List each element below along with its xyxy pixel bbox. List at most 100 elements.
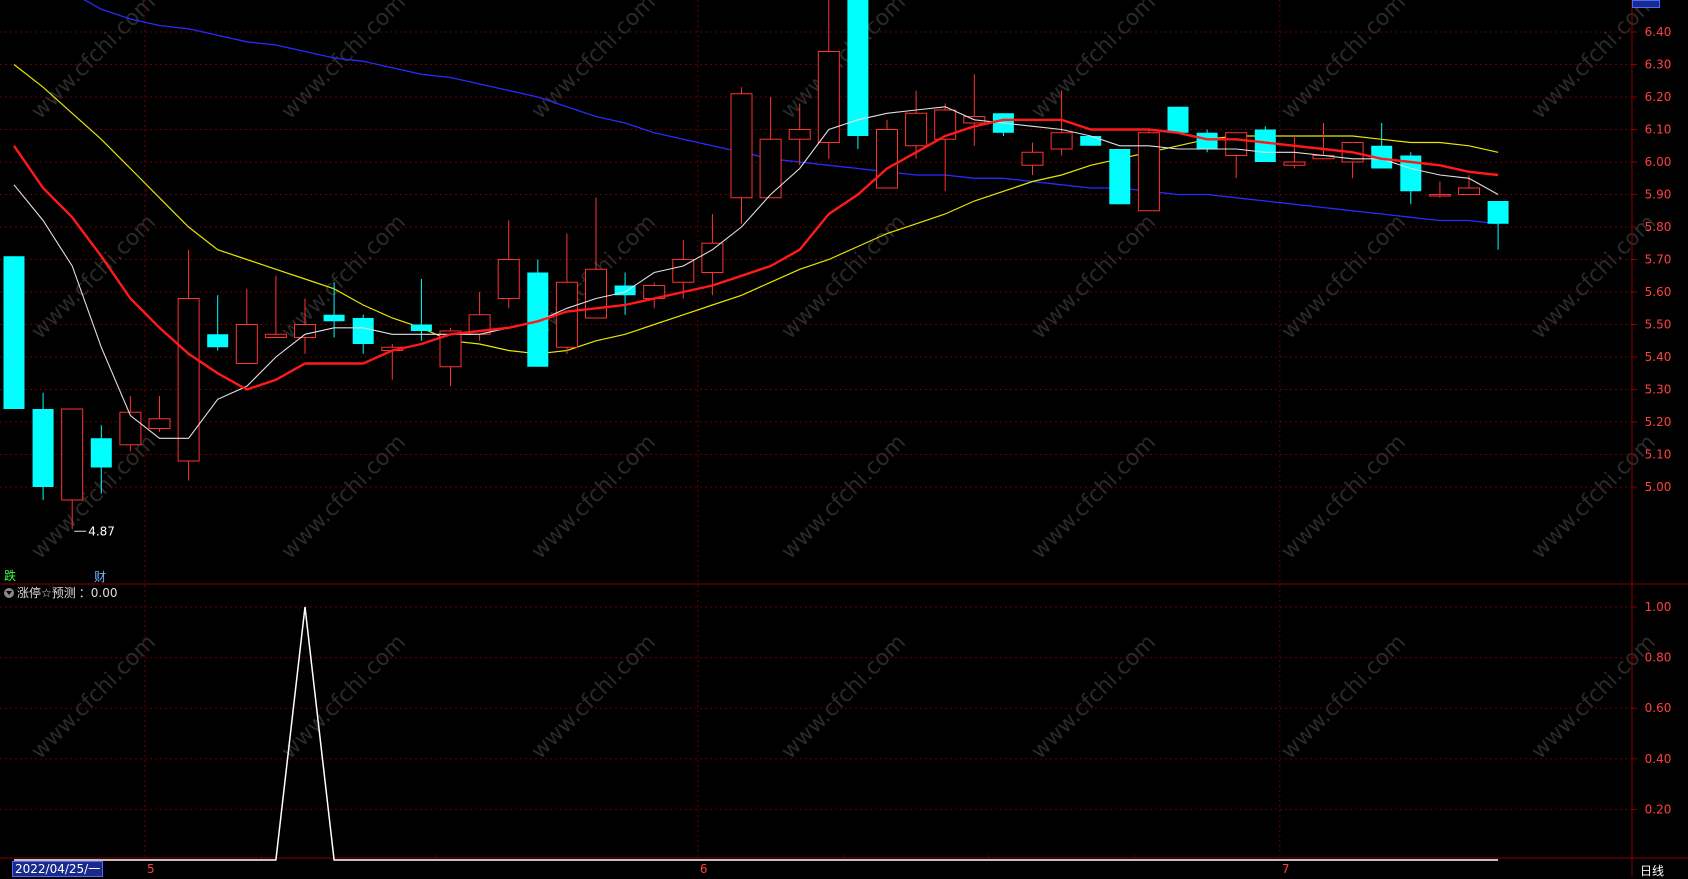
candle: [61, 408, 84, 530]
candle: [992, 113, 1014, 136]
candle-body: [264, 333, 287, 338]
candle: [352, 314, 374, 354]
price-tick-label: 5.60: [1645, 285, 1672, 299]
candle: [497, 220, 520, 309]
candle-body: [1225, 132, 1248, 156]
indicator-tick-label: 1.00: [1645, 600, 1672, 614]
indicator-value: ：0.00: [78, 586, 118, 600]
candle: [1080, 136, 1102, 146]
candle-body: [497, 259, 520, 299]
candle-body: [61, 408, 84, 501]
candle-body: [410, 324, 432, 331]
price-tick-label: 5.70: [1645, 253, 1672, 267]
candle-body: [1196, 132, 1218, 149]
price-tick-label: 6.40: [1645, 25, 1672, 39]
indicator-tick-label: 0.20: [1645, 802, 1672, 816]
candle-body: [730, 93, 753, 199]
ma-yellow-line: [13, 64, 1499, 355]
candle: [1312, 123, 1335, 160]
candle: [1487, 201, 1509, 250]
candle-body: [352, 318, 374, 344]
candle-body: [759, 138, 782, 199]
candle-body: [1021, 151, 1044, 166]
stock-chart[interactable]: 6.40 6.30 6.20 6.10 6.00 5.90 5.80 5.70 5.60 5.50…: [0, 0, 1688, 877]
candle-body: [177, 298, 200, 462]
indicator-tick-label: 0.80: [1645, 651, 1672, 665]
candle: [643, 282, 666, 309]
candle: [527, 259, 549, 367]
candle-body: [1080, 136, 1102, 146]
candle-body: [1283, 161, 1306, 166]
price-tick-label: 6.30: [1645, 58, 1672, 72]
candle-body: [585, 268, 607, 319]
candle-body: [1137, 132, 1160, 212]
candle-body: [1458, 187, 1480, 195]
collapse-icon[interactable]: [4, 587, 14, 598]
price-tick-label: 5.30: [1645, 383, 1672, 397]
candle: [1428, 181, 1451, 198]
candle: [1167, 106, 1189, 133]
price-tick-label: 5.50: [1645, 318, 1672, 332]
candle: [1137, 129, 1160, 212]
candle: [876, 119, 898, 189]
candle: [759, 97, 782, 199]
candle-body: [148, 418, 171, 429]
candle: [1021, 142, 1044, 175]
candle: [148, 396, 171, 432]
candle-body: [1050, 132, 1073, 150]
period-label[interactable]: 日线: [1640, 862, 1664, 879]
candle-body: [672, 259, 695, 283]
candle-body: [323, 314, 345, 322]
candle-body: [207, 334, 229, 348]
price-tick-label: 5.10: [1645, 448, 1672, 462]
candle: [963, 74, 986, 146]
indicator-tick-label: 0.60: [1645, 701, 1672, 715]
indicator-header[interactable]: 涨停☆预测 ：0.00: [4, 584, 118, 601]
price-tick-label: 6.10: [1645, 123, 1672, 137]
finance-marker[interactable]: 财: [94, 568, 106, 585]
indicator-line: [14, 606, 1499, 861]
candle-body: [32, 409, 54, 487]
candle: [730, 87, 753, 224]
candle: [177, 249, 200, 481]
candle-body: [788, 129, 811, 140]
cursor-date-box: 2022/04/25/一: [12, 861, 104, 877]
month-label: 7: [1282, 862, 1290, 876]
candle-body: [1167, 106, 1189, 133]
annotation-label: 4.87: [88, 524, 115, 538]
candle-body: [847, 0, 869, 137]
candle: [235, 288, 258, 364]
candle-body: [1254, 129, 1276, 162]
candle: [264, 275, 287, 338]
price-tick-label: 5.20: [1645, 415, 1672, 429]
candle-body: [3, 256, 25, 409]
candle-body: [119, 411, 142, 446]
candle: [90, 425, 112, 494]
price-tick-label: 5.40: [1645, 350, 1672, 364]
indicator-name: 涨停☆预测: [17, 586, 76, 600]
candle-body: [1487, 201, 1509, 224]
candle: [3, 256, 25, 409]
price-tick-label: 6.00: [1645, 155, 1672, 169]
candle-body: [1428, 194, 1451, 197]
candle: [555, 233, 578, 354]
candle: [1341, 142, 1364, 179]
indicator-tick-label: 0.40: [1645, 752, 1672, 766]
candle: [32, 392, 54, 500]
candle-body: [876, 129, 898, 189]
candle-body: [235, 324, 258, 364]
price-tick-label: 5.80: [1645, 220, 1672, 234]
candle: [788, 103, 811, 166]
candle: [119, 396, 142, 452]
candle: [207, 295, 229, 351]
fall-marker: 跌: [4, 569, 17, 583]
candle-body: [294, 324, 316, 338]
candle: [817, 0, 840, 159]
ma-blue-line: [83, 0, 1499, 225]
month-label: 5: [147, 862, 155, 876]
candle-body: [905, 112, 928, 147]
candle: [585, 197, 607, 319]
price-tick-label: 5.00: [1645, 480, 1672, 494]
top-price-tag: [1632, 0, 1660, 8]
candle: [294, 298, 316, 354]
